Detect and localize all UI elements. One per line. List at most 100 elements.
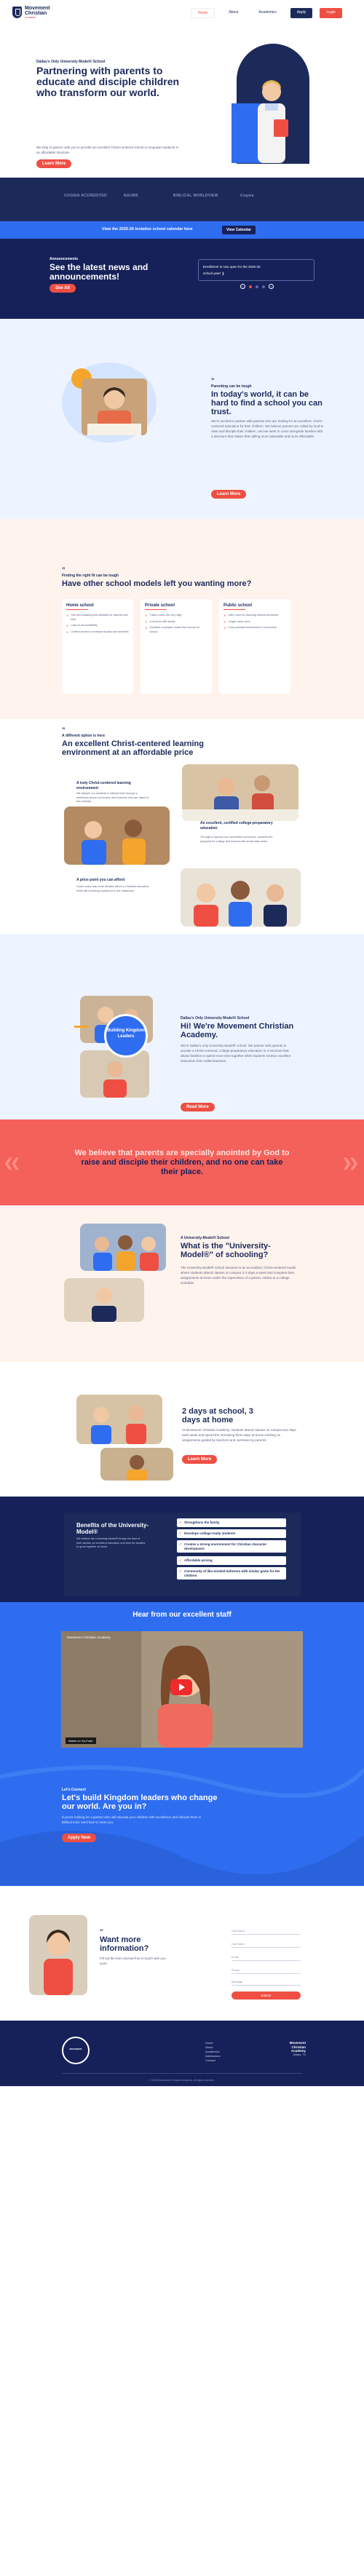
copyright-text: © 2025 Movement Christian Academy. All r… (149, 2079, 215, 2082)
list-item: ✕ Can feel isolating and stressful for pa… (66, 614, 128, 621)
two-days-text: At Movement Christian Academy, students … (182, 1428, 296, 1442)
feature-text-price: Lower costs help more families afford a … (76, 885, 149, 892)
view-calendar-button[interactable]: View Calendar (222, 226, 256, 234)
model-card-home: Home school ✕ Can feel isolating and stre… (62, 599, 133, 694)
nav-academics[interactable]: Academics (252, 8, 282, 18)
site-logo[interactable]: Movement Christian ACADEMY (12, 6, 50, 19)
announcement-card[interactable]: Enrollment is now open for the 2025-26 s… (198, 259, 314, 281)
carousel-dot[interactable] (256, 285, 258, 288)
hero-eyebrow: Dallas's Only University Model® School (36, 60, 106, 64)
model-card-title: Public school (223, 603, 253, 608)
video-section-title: Hear from our excellent staff (132, 1611, 232, 1619)
list-item: ✕ Christian emphasis varies from school t… (145, 626, 199, 633)
accreditation-worldview: BIBLICAL WORLDVIEW (173, 194, 218, 198)
parenting-section: ” Parenting can be tough In today's worl… (0, 319, 364, 519)
badge-text: Building Kingdom Leaders (107, 1029, 145, 1039)
benefits-section: Benefits of the University-Model® We bel… (0, 1497, 364, 1602)
x-icon: ✕ (145, 619, 148, 624)
footer-address-line: Dallas, TX (293, 2053, 306, 2056)
academy-read-more-button[interactable]: Read More (181, 1103, 215, 1111)
phone-field[interactable]: Phone (232, 1969, 301, 1974)
hero-title: Partnering with parents to educate and d… (36, 65, 180, 98)
card-divider (145, 609, 167, 610)
benefit-item: Community of like-minded believers with … (177, 1567, 286, 1580)
list-item: ✕ Little room for teaching biblical world… (223, 614, 279, 617)
two-days-title: 2 days at school, 3 days at home (182, 1407, 253, 1424)
footer-links: Home About Academics Admissions Contact (205, 2041, 220, 2063)
last-name-field[interactable]: Last Name (232, 1943, 301, 1948)
see-all-button[interactable]: See All (50, 284, 76, 293)
logo-sub: ACADEMY (25, 16, 36, 19)
play-button-icon[interactable] (170, 1679, 192, 1695)
x-icon: ✕ (66, 614, 69, 617)
x-icon: ✕ (145, 626, 148, 630)
nav-about[interactable]: About (222, 8, 245, 18)
shield-icon (12, 7, 22, 18)
video-title: Movement Christian Academy (67, 1636, 111, 1639)
contact-section: ” Want more information? Fill out the fo… (0, 1886, 364, 2021)
carousel-dot[interactable] (262, 285, 265, 288)
accreditation-strip: COGNIA ACCREDITED NAUMS BIBLICAL WORLDVI… (0, 178, 364, 221)
model-card-title: Private school (145, 603, 175, 608)
benefit-item: Creates a strong environment for Christi… (177, 1540, 286, 1553)
apply-now-button[interactable]: Apply Now (62, 1834, 96, 1842)
list-item: ✕ Lack of accountability (66, 624, 98, 627)
apply-button[interactable]: Apply (290, 8, 313, 18)
contact-title: Want more information? (100, 1935, 149, 1953)
hero-learn-more-button[interactable]: Learn More (36, 159, 72, 168)
classroom-raised-hands-photo (80, 1224, 166, 1271)
nav-home[interactable]: Home (191, 8, 215, 18)
prev-arrow-icon[interactable]: ‹ (240, 284, 245, 289)
models-eyebrow: Finding the right fit can be tough (62, 574, 119, 578)
two-days-learn-more-button[interactable]: Learn More (182, 1455, 218, 1464)
benefit-item: Develops college-ready students (177, 1529, 286, 1538)
student-writing-photo (82, 379, 147, 435)
kingdom-eyebrow: Let's Connect (62, 1788, 86, 1792)
footer-address: Movement Christian Academy Dallas, TX (277, 2041, 306, 2057)
chevrons-icon: ❯❯ (342, 1157, 359, 1170)
accreditation-naums: NAUMS (124, 194, 138, 198)
parenting-eyebrow: Parenting can be tough (211, 384, 252, 389)
kingdom-text: If you're looking for a partner who will… (62, 1815, 202, 1824)
university-eyebrow: A University-Model® School (181, 1236, 229, 1240)
video-player[interactable]: Movement Christian Academy Watch on YouT… (61, 1631, 303, 1748)
feature-title-price: A price point you can afford (76, 878, 125, 882)
university-title: What is the "University-Model®" of schoo… (181, 1242, 271, 1259)
hero-section: Dallas's Only University Model® School P… (0, 25, 364, 178)
belief-quote: We believe that parents are specially an… (74, 1149, 290, 1176)
list-item: ✕ Larger class sizes (223, 619, 250, 624)
list-item: ✕ Tuition costs are very high (145, 614, 182, 617)
footer-logo-badge[interactable]: MOVEMENT (62, 2037, 90, 2064)
site-header: Movement Christian ACADEMY Home About Ac… (0, 0, 364, 25)
announcements-eyebrow: Announcements (50, 257, 79, 261)
carousel-dot[interactable] (249, 285, 252, 288)
next-arrow-icon[interactable]: › (269, 284, 274, 289)
submit-button[interactable]: Submit (232, 1992, 301, 2000)
carousel-controls: ‹ › (240, 284, 274, 289)
login-button[interactable]: Login (320, 8, 342, 18)
kids-reading-photo (80, 1050, 149, 1098)
quote-icon: ” (211, 377, 215, 384)
announcements-section: Announcements See the latest news and an… (0, 239, 364, 319)
two-days-section: 2 days at school, 3 days at home At Move… (0, 1362, 364, 1497)
list-item: ✕ Limited access to extracurriculars and … (66, 630, 129, 634)
announcement-line2: school year! ❯ (203, 272, 225, 275)
footer-badge-text: MOVEMENT (69, 2048, 82, 2050)
parenting-learn-more-button[interactable]: Learn More (211, 490, 247, 499)
list-item: ✕ Less time with family (145, 619, 175, 624)
benefit-item: Affordable pricing (177, 1556, 286, 1565)
message-field[interactable]: Message (232, 1981, 301, 1986)
academy-eyebrow: Dallas's Only University Model® School (181, 1016, 250, 1021)
quote-icon: ” (62, 566, 66, 574)
chevrons-icon: ❮❮ (4, 1157, 20, 1170)
email-field[interactable]: Email (232, 1956, 301, 1961)
classroom-photo (182, 764, 298, 821)
accreditation-cognia: COGNIA ACCREDITED (64, 194, 107, 198)
feature-text-christ-centered: We disciple our students in biblical tru… (76, 792, 149, 803)
watch-on-youtube-link[interactable]: Watch on YouTube (66, 1737, 96, 1744)
decorative-bar (74, 1026, 89, 1028)
footer-link[interactable]: Contact (205, 2058, 220, 2063)
first-name-field[interactable]: First Name (232, 1930, 301, 1935)
logo-line1: Movement (25, 6, 50, 11)
quote-icon: ” (100, 1928, 103, 1935)
